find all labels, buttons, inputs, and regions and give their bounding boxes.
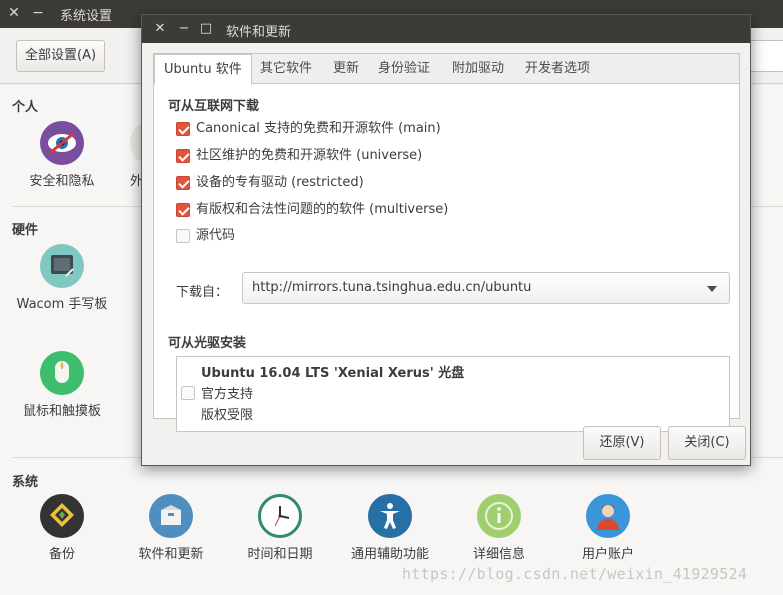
app-user-accounts[interactable]: 用户账户 <box>568 494 648 565</box>
software-updates-icon <box>149 494 193 538</box>
cdrom-name: Ubuntu 16.04 LTS 'Xenial Xerus' 光盘 <box>201 366 465 381</box>
cdrom-line2: 官方支持 <box>201 387 254 402</box>
source-main-label: Canonical 支持的免费和开源软件 (main) <box>196 121 441 136</box>
cdrom-list: Ubuntu 16.04 LTS 'Xenial Xerus' 光盘 官方支持 … <box>176 356 730 432</box>
cdrom-header: 可从光驱安装 <box>168 336 247 351</box>
notebook: Ubuntu 软件 其它软件 更新 身份验证 附加驱动 开发者选项 可从互联网下… <box>153 53 740 432</box>
checkbox[interactable] <box>176 149 190 163</box>
app-mouse[interactable]: 鼠标和触摸板 <box>16 351 108 422</box>
tab-developer-options[interactable]: 开发者选项 <box>516 54 599 85</box>
backup-icon <box>40 494 84 538</box>
source-universe-label: 社区维护的免费和开源软件 (universe) <box>196 148 423 163</box>
watermark: https://blog.csdn.net/weixin_41929524 <box>402 565 748 583</box>
ubuntu-software-pane: 可从互联网下载 Canonical 支持的免费和开源软件 (main) 社区维护… <box>154 85 739 432</box>
tab-authentication[interactable]: 身份验证 <box>369 54 439 85</box>
tab-bar: Ubuntu 软件 其它软件 更新 身份验证 附加驱动 开发者选项 <box>154 54 739 85</box>
app-privacy-label: 安全和隐私 <box>29 174 95 189</box>
app-privacy[interactable]: 安全和隐私 <box>22 121 102 192</box>
app-time-date[interactable]: 时间和日期 <box>240 494 320 565</box>
section-personal: 个人 <box>12 100 39 115</box>
download-server-dropdown[interactable]: http://mirrors.tuna.tsinghua.edu.cn/ubun… <box>242 272 730 304</box>
app-mouse-label: 鼠标和触摸板 <box>22 404 101 419</box>
app-accessibility-label: 通用辅助功能 <box>350 547 429 562</box>
dialog-title: 软件和更新 <box>226 25 292 40</box>
app-details-label: 详细信息 <box>472 547 525 562</box>
checkbox[interactable] <box>176 203 190 217</box>
bg-close-button[interactable]: ✕ <box>6 4 22 22</box>
app-backup-label: 备份 <box>48 547 75 562</box>
app-wacom-label: Wacom 手写板 <box>16 297 108 312</box>
app-software-updates-label: 软件和更新 <box>138 547 204 562</box>
clock-icon <box>258 494 302 538</box>
tab-updates[interactable]: 更新 <box>324 54 368 85</box>
privacy-eye-icon <box>40 121 84 165</box>
app-details[interactable]: 详细信息 <box>459 494 539 565</box>
close-button[interactable]: 关闭(C) <box>668 426 746 460</box>
cdrom-line3: 版权受限 <box>201 408 254 423</box>
checkbox[interactable] <box>176 229 190 243</box>
cdrom-checkbox[interactable] <box>181 386 195 400</box>
bg-minimize-button[interactable]: − <box>30 4 46 22</box>
bg-window-title: 系统设置 <box>60 9 113 24</box>
source-restricted-label: 设备的专有驱动 (restricted) <box>196 175 364 190</box>
user-accounts-icon <box>586 494 630 538</box>
dialog-titlebar: ✕ − □ 软件和更新 <box>142 15 750 43</box>
divider <box>12 206 142 207</box>
all-settings-button[interactable]: 全部设置(A) <box>16 40 106 72</box>
tab-other-software[interactable]: 其它软件 <box>251 54 321 85</box>
section-hardware: 硬件 <box>12 223 39 238</box>
app-software-updates[interactable]: 软件和更新 <box>131 494 211 565</box>
source-code-label: 源代码 <box>196 228 236 243</box>
mouse-icon <box>40 351 84 395</box>
app-backup[interactable]: 备份 <box>22 494 102 565</box>
dialog-minimize-button[interactable]: − <box>176 20 192 38</box>
info-icon <box>477 494 521 538</box>
app-wacom[interactable]: Wacom 手写板 <box>16 244 108 315</box>
app-user-accounts-label: 用户账户 <box>581 547 634 562</box>
app-accessibility[interactable]: 通用辅助功能 <box>342 494 438 565</box>
internet-header: 可从互联网下载 <box>168 99 260 114</box>
dialog-close-button[interactable]: ✕ <box>152 20 168 38</box>
checkbox[interactable] <box>176 176 190 190</box>
tab-additional-drivers[interactable]: 附加驱动 <box>443 54 513 85</box>
download-from-label: 下载自： <box>176 285 229 300</box>
revert-button[interactable]: 还原(V) <box>583 426 661 460</box>
download-server-value: http://mirrors.tuna.tsinghua.edu.cn/ubun… <box>252 280 532 295</box>
source-multiverse-label: 有版权和合法性问题的的软件 (multiverse) <box>196 202 449 217</box>
software-updates-dialog: ✕ − □ 软件和更新 Ubuntu 软件 其它软件 更新 身份验证 附加驱动 … <box>141 14 751 466</box>
wacom-tablet-icon <box>40 244 84 288</box>
accessibility-icon <box>368 494 412 538</box>
checkbox[interactable] <box>176 122 190 136</box>
chevron-down-icon <box>707 286 717 292</box>
divider <box>751 206 783 207</box>
app-time-date-label: 时间和日期 <box>247 547 313 562</box>
dialog-maximize-button[interactable]: □ <box>198 20 214 38</box>
tab-ubuntu-software[interactable]: Ubuntu 软件 <box>154 54 252 85</box>
section-system: 系统 <box>12 475 39 490</box>
